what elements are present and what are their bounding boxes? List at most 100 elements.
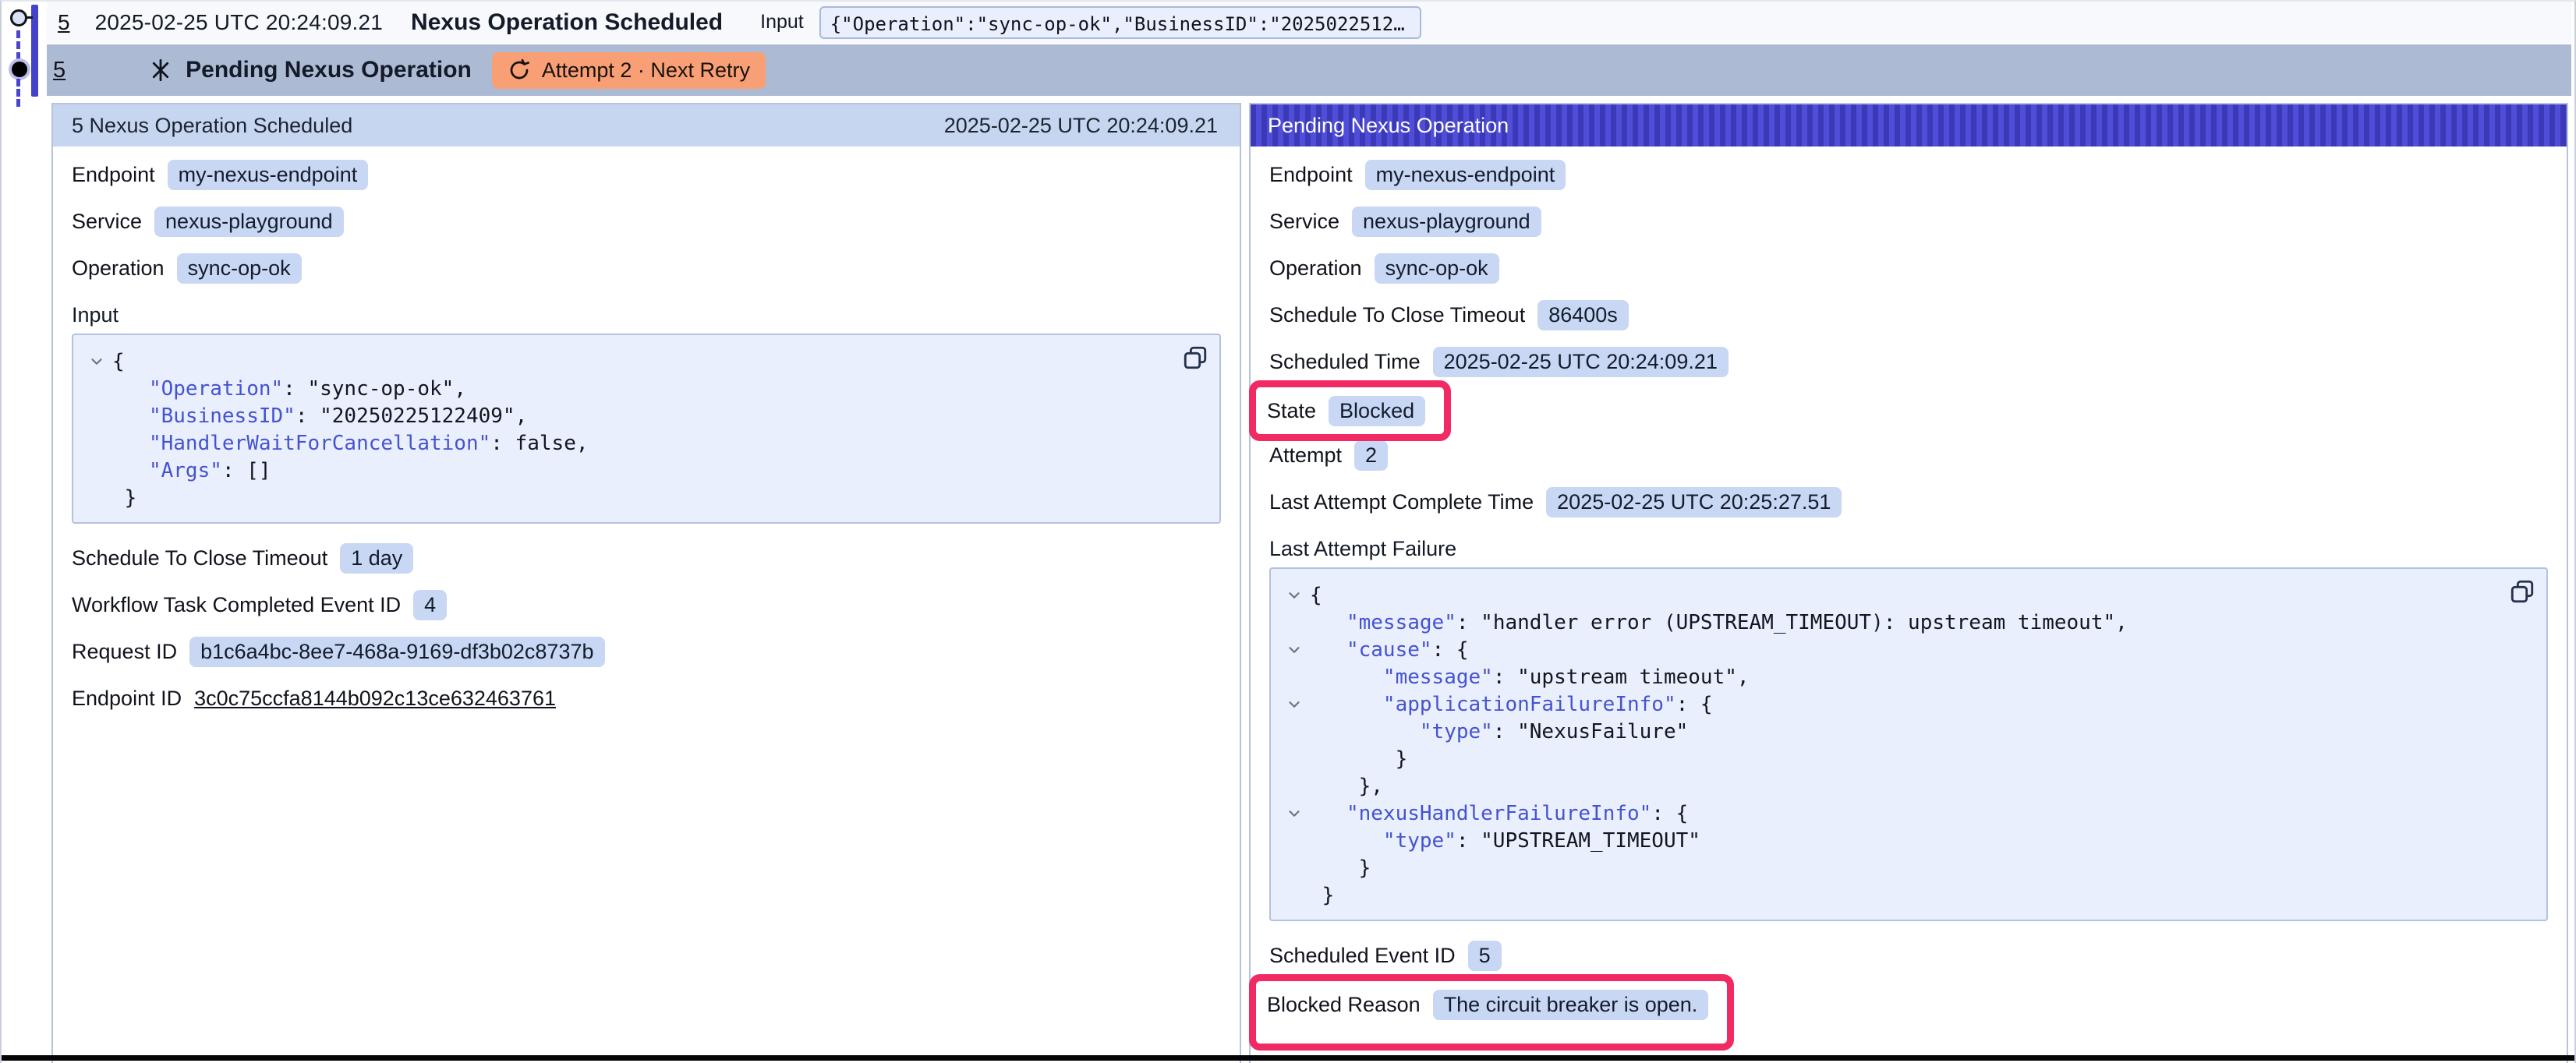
code-line: "HandlerWaitForCancellation": false, [81,429,1173,457]
json-token: , [1737,666,1750,689]
field-value-scheduled-time: 2025-02-25 UTC 20:24:09.21 [1433,347,1729,377]
field-scheduled-time: Scheduled Time2025-02-25 UTC 20:24:09.21 [1269,346,2548,377]
field-label: Operation [72,256,165,281]
code-text: } [1310,747,1407,771]
input-json-block: { "Operation": "sync-op-ok", "BusinessID… [72,334,1221,524]
field-value-endpoint-id[interactable]: 3c0c75ccfa8144b092c13ce632463761 [194,687,556,711]
code-line: "message": "handler error (UPSTREAM_TIME… [1279,609,2500,636]
json-token: : { [1651,802,1688,825]
json-key: "message" [1346,611,1456,634]
collapse-chevron-icon[interactable] [1279,805,1310,822]
field-label: Attempt [1269,443,1342,468]
json-token: : [295,404,320,428]
json-key: "Args" [149,459,222,482]
code-text: { [1310,584,1322,607]
code-line: { [81,348,1173,375]
code-line: "nexusHandlerFailureInfo": { [1279,800,2500,827]
json-token: }, [1359,775,1383,798]
timeline-filled-circle-icon [12,62,27,77]
json-token: : [1456,611,1481,634]
json-token: "UPSTREAM_TIMEOUT" [1481,829,1700,853]
json-token: { [1310,584,1322,607]
event-id-link[interactable]: 5 [58,10,70,35]
field-label: Schedule To Close Timeout [72,546,327,570]
code-text: "type": "UPSTREAM_TIMEOUT" [1310,829,1700,853]
scheduled-card-title: 5 Nexus Operation Scheduled [72,114,352,138]
code-text: "applicationFailureInfo": { [1310,693,1713,716]
collapse-chevron-icon[interactable] [81,353,112,370]
code-text: }, [1310,775,1383,798]
field-value-service: nexus-playground [154,207,344,237]
collapse-chevron-icon[interactable] [1279,587,1310,604]
json-token: : [1493,666,1517,689]
code-line: "Operation": "sync-op-ok", [81,375,1173,402]
event-history-view: 5 2025-02-25 UTC 20:24:09.21 Nexus Opera… [0,0,2576,1063]
json-key: "message" [1383,666,1493,689]
json-token: { [112,350,125,373]
json-token: } [1359,856,1371,880]
field-label: Service [72,210,142,234]
json-token: } [1322,884,1335,907]
field-request-id: Request IDb1c6a4bc-8ee7-468a-9169-df3b02… [72,636,1221,667]
json-token: , [2115,611,2128,634]
field-value-endpoint: my-nexus-endpoint [168,160,369,190]
field-service: Servicenexus-playground [1269,206,2548,237]
last-attempt-failure-label: Last Attempt Failure [1269,533,2548,564]
json-token: : [283,377,307,401]
field-value-schedule-to-close-timeout: 1 day [340,543,413,574]
event-timestamp: 2025-02-25 UTC 20:24:09.21 [95,10,383,35]
collapse-chevron-icon[interactable] [1279,641,1310,659]
event-timeline-rail [2,2,47,111]
json-token: "sync-op-ok" [307,377,454,401]
json-token: : { [1676,693,1713,716]
event-input-label: Input [760,11,804,34]
field-schedule-to-close-timeout: Schedule To Close Timeout 1 day [72,542,1221,574]
retry-attempt-badge[interactable]: Attempt 2 · Next Retry [492,52,766,89]
json-key: "Operation" [149,377,283,401]
field-service: Service nexus-playground [72,206,1221,237]
code-text: { [112,350,125,373]
timeline-open-circle-icon [10,9,27,26]
json-token: } [125,486,137,510]
json-key: "type" [1420,720,1493,743]
field-label: Endpoint ID [72,687,182,711]
pending-card-header: Pending Nexus Operation [1251,104,2567,147]
field-value-attempt: 2 [1354,440,1388,471]
code-line: "type": "UPSTREAM_TIMEOUT" [1279,827,2500,854]
field-label: Operation [1269,256,1362,281]
json-key: "type" [1383,829,1456,853]
code-text: "type": "NexusFailure" [1310,720,1688,743]
event-input-preview[interactable]: {"Operation":"sync-op-ok","BusinessID":"… [819,6,1421,39]
json-token: "NexusFailure" [1517,720,1688,743]
copy-icon[interactable] [2509,578,2535,609]
json-key: "BusinessID" [149,404,295,428]
field-endpoint: Endpointmy-nexus-endpoint [1269,159,2548,190]
scheduled-event-card-header: 5 Nexus Operation Scheduled 2025-02-25 U… [53,104,1240,147]
code-text: "BusinessID": "20250225122409", [112,404,527,428]
event-row-nexus-operation-scheduled[interactable]: 5 2025-02-25 UTC 20:24:09.21 Nexus Opera… [47,2,2571,43]
json-token: "upstream timeout" [1517,666,1737,689]
pending-id-link[interactable]: 5 [53,58,65,83]
field-attempt: Attempt 2 [1269,440,2548,471]
json-token: , [454,377,466,401]
json-token: : { [1432,638,1469,662]
json-token: } [1396,747,1408,771]
field-operation: Operationsync-op-ok [72,253,1221,284]
json-key: "cause" [1346,638,1432,662]
code-line: { [1279,581,2500,609]
copy-icon[interactable] [1182,344,1208,375]
scheduled-event-card: 5 Nexus Operation Scheduled 2025-02-25 U… [51,103,1241,1063]
json-token: , [576,432,589,455]
collapse-chevron-icon[interactable] [1279,696,1310,713]
event-title: Nexus Operation Scheduled [411,9,723,36]
scheduled-card-body: Endpointmy-nexus-endpointServicenexus-pl… [53,147,1240,714]
code-line: "applicationFailureInfo": { [1279,690,2500,718]
field-label: Scheduled Event ID [1269,944,1456,968]
pending-card-body: Endpointmy-nexus-endpoint Servicenexus-pl… [1251,147,2567,1051]
field-label: Schedule To Close Timeout [1269,303,1525,327]
pending-row-nexus-operation[interactable]: 5 Pending Nexus Operation Attempt 2 · Ne… [47,44,2571,96]
field-label: Endpoint [1269,163,1353,187]
timeline-dashed-line [16,30,20,60]
json-key: "HandlerWaitForCancellation" [149,432,490,455]
code-line: } [1279,881,2500,909]
